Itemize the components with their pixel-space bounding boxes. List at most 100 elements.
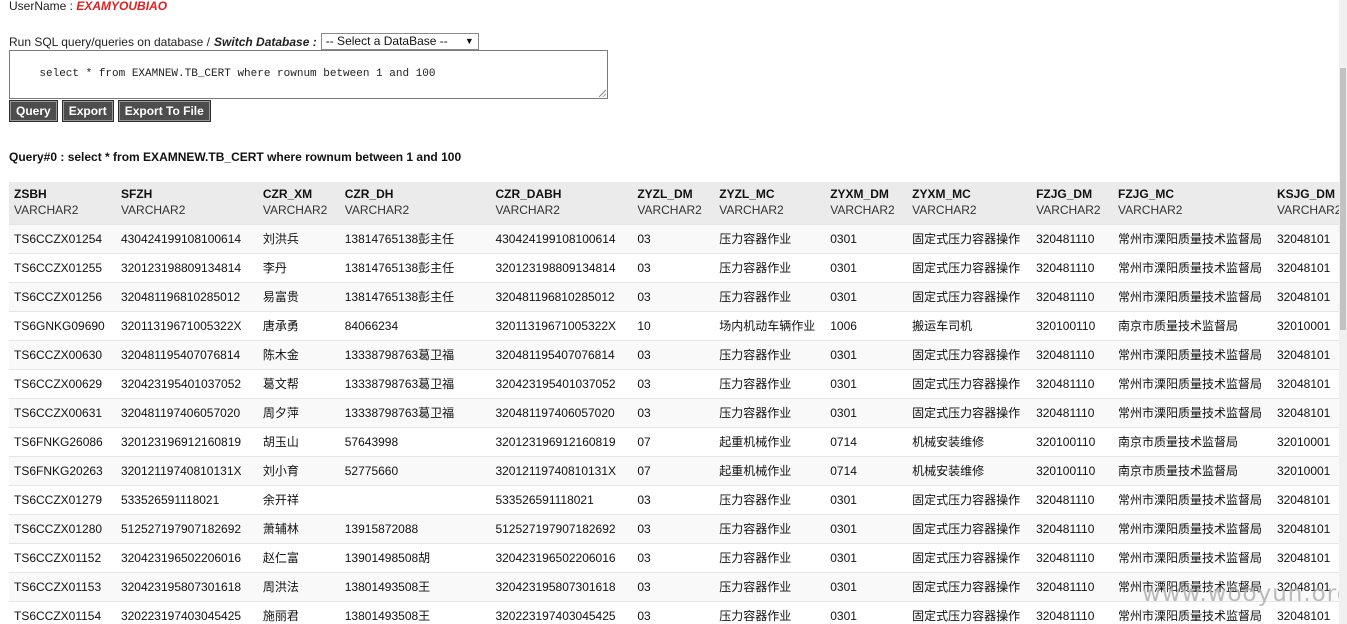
results-table: ZSBH VARCHAR2 SFZH VARCHAR2 CZR_XM VARCHAR2 CZ…: [9, 182, 1347, 624]
run-sql-label: Run SQL query/queries on database /: [9, 34, 211, 49]
table-cell: 57643998: [339, 427, 491, 457]
table-cell: 固定式压力容器操作: [907, 485, 1032, 515]
table-cell: 430424199108100614: [490, 224, 633, 254]
table-cell: 32048101: [1271, 485, 1347, 515]
table-cell: TS6CCZX00629: [9, 369, 116, 399]
table-cell: 320481110: [1031, 543, 1113, 573]
table-cell: 320481110: [1031, 601, 1113, 624]
column-type: VARCHAR2: [637, 203, 702, 217]
table-cell: 刘小育: [257, 456, 340, 486]
sql-query-textarea[interactable]: select * from EXAMNEW.TB_CERT where rown…: [9, 50, 608, 99]
table-cell: 32048101: [1271, 282, 1347, 312]
vertical-scrollbar[interactable]: [1339, 0, 1347, 624]
table-cell: 320481110: [1031, 485, 1113, 515]
table-cell: 固定式压力容器操作: [907, 398, 1032, 428]
column-name: FZJG_DM: [1036, 187, 1093, 201]
table-cell: 压力容器作业: [714, 340, 826, 370]
column-name: FZJG_MC: [1118, 187, 1175, 201]
table-cell: TS6FNKG26086: [9, 427, 116, 457]
table-cell: 320123198809134814: [490, 253, 633, 283]
table-cell: 13814765138彭主任: [339, 253, 491, 283]
scrollbar-thumb[interactable]: [1340, 68, 1346, 330]
table-cell: 320481110: [1031, 282, 1113, 312]
column-type: VARCHAR2: [1036, 203, 1101, 217]
table-cell: 压力容器作业: [714, 282, 826, 312]
table-cell: 0714: [825, 456, 908, 486]
table-cell: 03: [632, 340, 715, 370]
table-cell: 52775660: [339, 456, 491, 486]
database-select-value: -- Select a DataBase --: [325, 34, 448, 48]
table-cell: 固定式压力容器操作: [907, 369, 1032, 399]
table-cell: 易富贵: [257, 282, 340, 312]
table-cell: 常州市溧阳质量技术监督局: [1113, 340, 1272, 370]
table-cell: 32012119740810131X: [490, 456, 633, 486]
table-cell: 430424199108100614: [115, 224, 258, 254]
table-cell: 南京市质量技术监督局: [1113, 427, 1272, 457]
table-cell: 13801493508王: [339, 572, 491, 602]
column-header-zsbh: ZSBH VARCHAR2: [9, 182, 116, 225]
table-cell: 03: [632, 485, 715, 515]
table-cell: 常州市溧阳质量技术监督局: [1113, 543, 1272, 573]
table-cell: 320100110: [1031, 456, 1113, 486]
table-cell: 320423195401037052: [490, 369, 633, 399]
column-name: CZR_DABH: [495, 187, 562, 201]
export-button[interactable]: Export: [61, 100, 114, 122]
table-cell: 32011319671005322X: [490, 311, 633, 341]
database-select[interactable]: -- Select a DataBase -- ▼: [320, 33, 479, 50]
column-type: VARCHAR2: [262, 203, 328, 217]
table-row: TS6CCZX01254 430424199108100614 刘洪兵 1381476…: [9, 224, 1347, 254]
column-type: VARCHAR2: [495, 203, 560, 217]
table-cell: 320481195407076814: [490, 340, 633, 370]
table-cell: TS6CCZX01254: [9, 224, 116, 254]
table-cell: 84066234: [339, 311, 491, 341]
table-cell: TS6CCZX01152: [9, 543, 116, 573]
table-cell: 0301: [825, 398, 908, 428]
table-cell: 固定式压力容器操作: [907, 572, 1032, 602]
column-header-zyxm-dm: ZYXM_DM VARCHAR2: [825, 182, 908, 225]
table-cell: 常州市溧阳质量技术监督局: [1113, 282, 1272, 312]
table-cell: 320100110: [1031, 427, 1113, 457]
column-header-zyzl-dm: ZYZL_DM VARCHAR2: [632, 182, 715, 225]
table-cell: 13338798763葛卫福: [339, 340, 491, 370]
table-cell: 赵仁富: [257, 543, 340, 573]
table-cell: 320481197406057020: [490, 398, 633, 428]
table-cell: 压力容器作业: [714, 514, 826, 544]
table-row: TS6CCZX00631 320481197406057020 周夕萍 1333879…: [9, 398, 1347, 428]
table-row: TS6FNKG26086 320123196912160819 胡玉山 5764399…: [9, 427, 1347, 457]
table-cell: 320423195807301618: [115, 572, 258, 602]
column-header-czr-dabh: CZR_DABH VARCHAR2: [490, 182, 633, 225]
table-cell: 320223197403045425: [115, 601, 258, 624]
table-cell: 32048101: [1271, 398, 1347, 428]
table-cell: 03: [632, 369, 715, 399]
column-name: ZYXM_DM: [830, 187, 889, 201]
table-cell: 0301: [825, 282, 908, 312]
column-type: VARCHAR2: [719, 203, 784, 217]
column-name: ZSBH: [14, 187, 47, 201]
table-cell: 32048101: [1271, 543, 1347, 573]
sql-query-text: select * from EXAMNEW.TB_CERT where rown…: [39, 68, 436, 80]
table-cell: 固定式压力容器操作: [907, 543, 1032, 573]
table-cell: 07: [632, 427, 715, 457]
table-cell: 07: [632, 456, 715, 486]
query-button[interactable]: Query: [9, 100, 58, 122]
column-name: KSJG_DM: [1276, 187, 1335, 201]
table-cell: 压力容器作业: [714, 369, 826, 399]
table-cell: 512527197907182692: [115, 514, 258, 544]
table-cell: 320123196912160819: [115, 427, 258, 457]
table-cell: 压力容器作业: [714, 253, 826, 283]
column-header-fzjg-mc: FZJG_MC VARCHAR2: [1113, 182, 1272, 225]
column-type: VARCHAR2: [344, 203, 410, 217]
table-cell: 320123198809134814: [115, 253, 258, 283]
table-cell: 0301: [825, 369, 908, 399]
resize-grip-icon[interactable]: [599, 90, 606, 97]
table-cell: 32010001: [1271, 311, 1347, 341]
table-cell: 0301: [825, 485, 908, 515]
table-cell: 固定式压力容器操作: [907, 253, 1032, 283]
table-cell: 03: [632, 398, 715, 428]
table-cell: 固定式压力容器操作: [907, 224, 1032, 254]
table-row: TS6CCZX00629 320423195401037052 葛文帮 1333879…: [9, 369, 1347, 399]
table-cell: 03: [632, 601, 715, 624]
table-cell: TS6CCZX01153: [9, 572, 116, 602]
table-cell: 胡玉山: [257, 427, 340, 457]
export-to-file-button[interactable]: Export To File: [117, 100, 211, 122]
